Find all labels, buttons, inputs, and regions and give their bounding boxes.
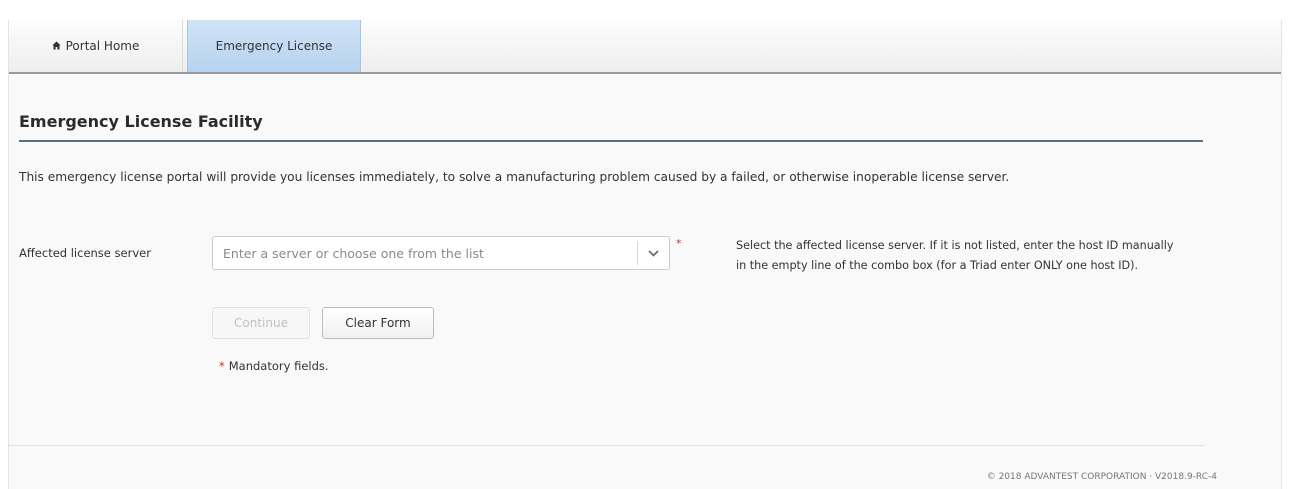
- help-text-line-1: Select the affected license server. If i…: [736, 239, 1174, 252]
- mandatory-note-text: Mandatory fields.: [228, 359, 329, 373]
- combo-dropdown-toggle[interactable]: [638, 237, 669, 269]
- footer-divider: [9, 445, 1205, 446]
- mandatory-star: *: [219, 359, 225, 373]
- tab-portal-home-label: Portal Home: [65, 39, 140, 53]
- mandatory-fields-note: * Mandatory fields.: [219, 359, 329, 373]
- server-help-text: Select the affected license server. If i…: [736, 236, 1256, 276]
- title-divider: [19, 140, 1203, 142]
- continue-button[interactable]: Continue: [212, 307, 310, 339]
- tab-emergency-license-label: Emergency License: [215, 39, 333, 53]
- tab-portal-home[interactable]: Portal Home: [9, 20, 183, 72]
- footer-copyright: © 2018 ADVANTEST CORPORATION · V2018.9-r…: [986, 472, 1217, 482]
- server-field-label: Affected license server: [19, 246, 151, 260]
- page-title: Emergency License Facility: [19, 112, 263, 131]
- required-indicator: *: [676, 237, 682, 250]
- help-text-line-2: in the empty line of the combo box (for …: [736, 259, 1139, 272]
- home-icon: [51, 40, 61, 50]
- portal-frame: Portal Home Emergency License Emergency …: [8, 20, 1282, 489]
- intro-text: This emergency license portal will provi…: [19, 170, 1010, 184]
- clear-form-button[interactable]: Clear Form: [322, 307, 434, 339]
- chevron-down-icon: [648, 249, 659, 257]
- server-combobox[interactable]: [212, 236, 670, 270]
- server-input[interactable]: [213, 237, 633, 269]
- tab-emergency-license[interactable]: Emergency License: [187, 20, 361, 72]
- top-navbar: Portal Home Emergency License: [9, 20, 1281, 74]
